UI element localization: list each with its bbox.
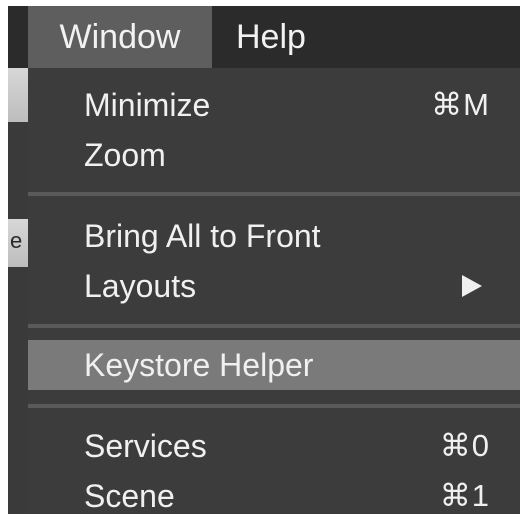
screen: c e e Window Help Minimize ⌘M Zoom Bring… — [8, 6, 520, 514]
menu-separator — [28, 404, 520, 408]
menu-item-layouts[interactable]: Layouts — [28, 261, 520, 311]
menubar-help[interactable]: Help — [236, 6, 306, 68]
menubar-window[interactable]: Window — [28, 6, 212, 68]
menu-item-label: Layouts — [84, 268, 197, 304]
menu-item-shortcut: ⌘M — [431, 87, 490, 122]
menu-item-label: Services — [84, 428, 207, 464]
window-menu-dropdown: Minimize ⌘M Zoom Bring All to Front Layo… — [28, 68, 520, 514]
menu-item-label: Bring All to Front — [84, 218, 321, 254]
menu-item-scene[interactable]: Scene ⌘1 — [28, 471, 520, 514]
menu-item-label: Scene — [84, 478, 175, 514]
menu-item-services[interactable]: Services ⌘0 — [28, 421, 520, 471]
menu-item-zoom[interactable]: Zoom — [28, 130, 520, 180]
submenu-arrow-icon — [462, 275, 482, 297]
background-text-fragment: e — [10, 228, 23, 253]
menu-item-label: Keystore Helper — [84, 347, 314, 383]
menu-item-shortcut: ⌘0 — [439, 428, 490, 463]
menu-bar: Window Help — [8, 6, 520, 68]
menu-item-minimize[interactable]: Minimize ⌘M — [28, 80, 520, 130]
menu-item-label: Zoom — [84, 137, 166, 173]
menu-separator — [28, 192, 520, 196]
menu-separator — [28, 324, 520, 328]
menu-item-shortcut: ⌘1 — [439, 478, 490, 513]
menu-item-bring-all-to-front[interactable]: Bring All to Front — [28, 211, 520, 261]
menu-item-keystore-helper[interactable]: Keystore Helper — [28, 340, 520, 390]
menu-item-label: Minimize — [84, 87, 211, 123]
